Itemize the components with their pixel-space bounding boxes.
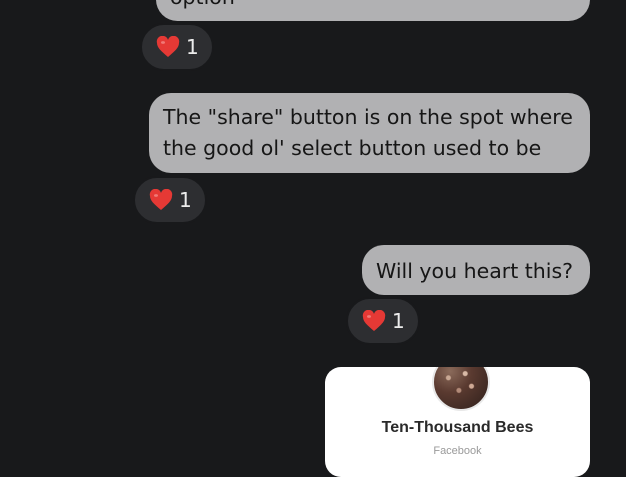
message-text: Will you heart this?	[376, 259, 574, 283]
heart-icon	[156, 36, 180, 57]
message-bubble[interactable]: The "share" button is on the spot where …	[149, 93, 590, 173]
message-bubble[interactable]: Will you heart this?	[362, 245, 590, 295]
reaction-pill[interactable]: 1	[133, 176, 207, 224]
shared-link-card[interactable]: Ten-Thousand Bees Facebook	[325, 367, 590, 477]
reaction-count: 1	[392, 309, 405, 333]
heart-icon	[149, 189, 173, 210]
shared-card-source: Facebook	[433, 445, 482, 457]
message-bubble[interactable]: option	[156, 0, 590, 21]
message-text: option	[170, 0, 235, 9]
reaction-pill[interactable]: 1	[346, 297, 420, 345]
reaction-pill[interactable]: 1	[140, 23, 214, 71]
message-text-line: The "share" button is on the spot where	[163, 105, 573, 129]
heart-icon	[362, 310, 386, 331]
shared-card-title: Ten-Thousand Bees	[381, 419, 534, 436]
reaction-count: 1	[186, 35, 199, 59]
page-avatar	[432, 367, 490, 411]
message-text-line: the good ol' select button used to be	[163, 136, 542, 160]
reaction-count: 1	[179, 188, 192, 212]
